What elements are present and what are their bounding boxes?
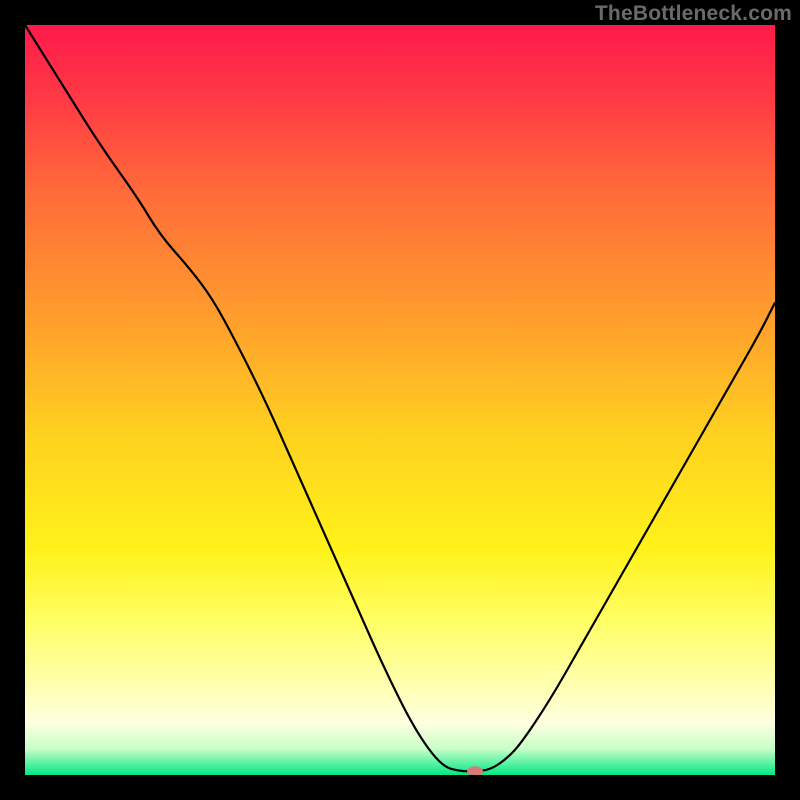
optimal-point-marker: [467, 766, 483, 776]
chart-container: TheBottleneck.com: [0, 0, 800, 800]
bottleneck-chart-svg: [0, 0, 800, 800]
plot-background: [25, 25, 775, 775]
watermark-label: TheBottleneck.com: [595, 2, 792, 26]
